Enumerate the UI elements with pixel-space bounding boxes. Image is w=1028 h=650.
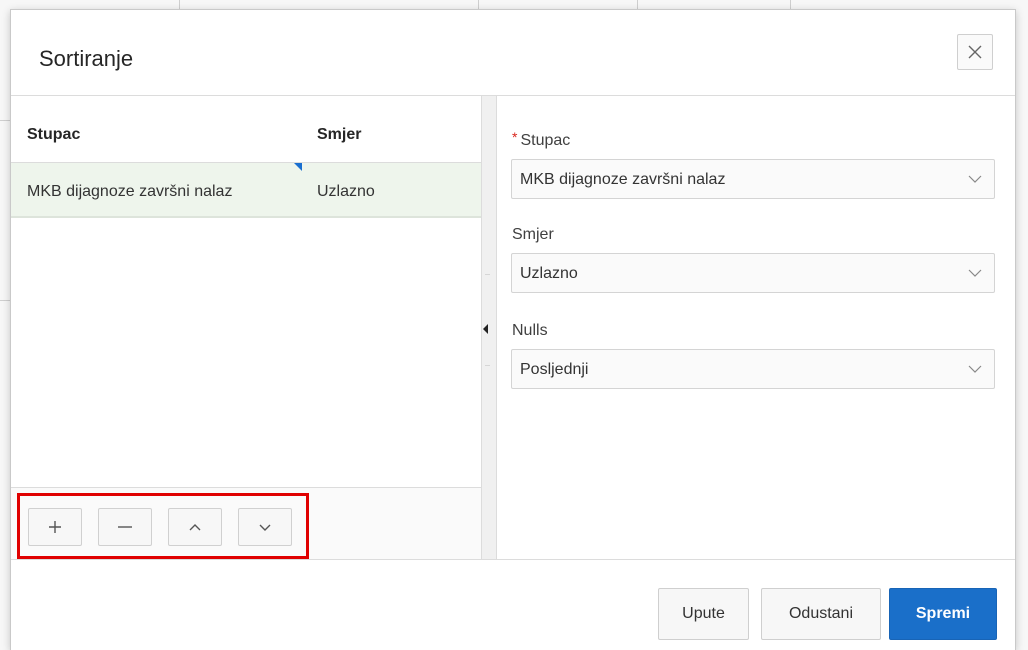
table-row[interactable]: MKB dijagnoze završni nalaz Uzlazno [11, 163, 481, 218]
chevron-down-icon [968, 269, 982, 277]
dialog-title: Sortiranje [39, 46, 134, 71]
sort-detail-pane: * Stupac MKB dijagnoze završni nalaz Smje… [497, 96, 1015, 559]
row-column-cell: MKB dijagnoze završni nalaz [27, 183, 233, 200]
nulls-field-label: Nulls [512, 322, 548, 339]
dialog-footer: Upute Odustani Spremi [11, 559, 1015, 650]
chevron-down-icon [968, 365, 982, 373]
splitter-grip [485, 274, 490, 366]
column-select[interactable]: MKB dijagnoze završni nalaz [511, 159, 995, 199]
row-direction-cell: Uzlazno [317, 183, 375, 200]
sort-list-pane: Stupac Smjer MKB dijagnoze završni nalaz… [11, 96, 481, 560]
sort-dialog: Sortiranje Stupac Smjer MKB dijagnoze za… [10, 9, 1016, 650]
save-button[interactable]: Spremi [889, 588, 997, 640]
column-header-smjer: Smjer [317, 126, 362, 143]
chevron-down-icon [968, 175, 982, 183]
dialog-header: Sortiranje [11, 10, 1015, 96]
close-button[interactable] [957, 34, 993, 70]
direction-field-label: Smjer [512, 226, 554, 243]
pane-splitter[interactable] [481, 96, 497, 559]
cancel-button[interactable]: Odustani [761, 588, 881, 640]
changed-marker-icon [294, 163, 302, 171]
column-select-value: MKB dijagnoze završni nalaz [520, 171, 726, 188]
nulls-select[interactable]: Posljednji [511, 349, 995, 389]
help-button[interactable]: Upute [658, 588, 749, 640]
collapse-left-icon[interactable] [483, 324, 488, 334]
direction-select-value: Uzlazno [520, 265, 578, 282]
nulls-select-value: Posljednji [520, 361, 589, 378]
highlight-annotation [17, 493, 309, 559]
grid-header: Stupac Smjer [11, 96, 481, 163]
direction-select[interactable]: Uzlazno [511, 253, 995, 293]
required-marker: * [512, 129, 518, 145]
close-icon [968, 45, 982, 59]
column-field-label-text: Stupac [520, 132, 571, 149]
column-header-stupac: Stupac [27, 126, 81, 143]
column-field-label: * Stupac [512, 129, 571, 150]
grid-toolbar [11, 487, 481, 560]
